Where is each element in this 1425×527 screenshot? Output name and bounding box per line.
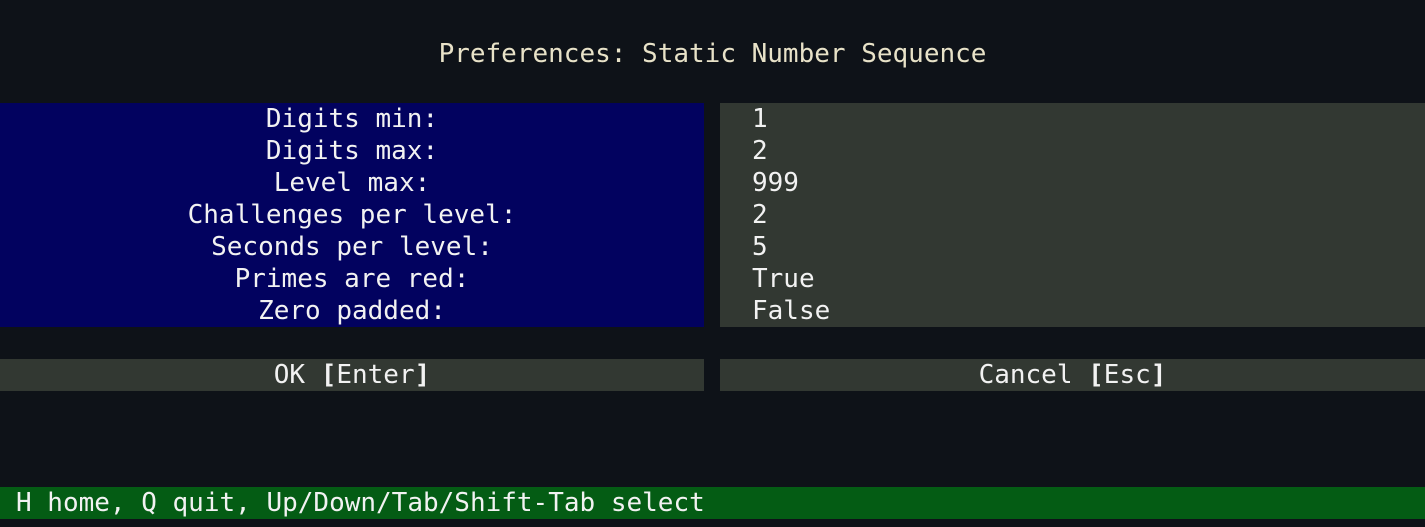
cancel-key-close-bracket: ] (1150, 360, 1167, 390)
label-row-seconds-per-level: Seconds per level: (0, 231, 704, 263)
value-row-seconds-per-level[interactable]: 5 (720, 231, 1425, 263)
cancel-button[interactable]: Cancel [Esc] (720, 359, 1425, 391)
digits-max-field[interactable]: 2 (752, 135, 768, 167)
ok-button[interactable]: OK [Enter] (0, 359, 704, 391)
value-row-digits-max[interactable]: 2 (720, 135, 1425, 167)
label-row-level-max: Level max: (0, 167, 704, 199)
cancel-key-hint: Esc (1103, 360, 1151, 390)
level-max-field[interactable]: 999 (752, 167, 799, 199)
setting-label-primes-are-red: Primes are red: (234, 264, 470, 294)
setting-label-level-max: Level max: (273, 168, 431, 198)
value-row-primes-are-red[interactable]: True (720, 263, 1425, 295)
label-row-primes-are-red: Primes are red: (0, 263, 704, 295)
ok-key-open-bracket: [ (320, 360, 337, 390)
digits-min-field[interactable]: 1 (752, 103, 768, 135)
primes-are-red-toggle[interactable]: True (752, 263, 815, 295)
value-row-level-max[interactable]: 999 (720, 167, 1425, 199)
status-bar-help-text: H home, Q quit, Up/Down/Tab/Shift-Tab se… (16, 488, 705, 518)
setting-label-challenges-per-level: Challenges per level: (187, 200, 517, 230)
label-row-zero-padded: Zero padded: (0, 295, 704, 327)
ok-key-hint: Enter (336, 360, 415, 390)
ok-button-label: OK (273, 360, 306, 390)
label-row-digits-max: Digits max: (0, 135, 704, 167)
value-row-challenges-per-level[interactable]: 2 (720, 199, 1425, 231)
setting-label-seconds-per-level: Seconds per level: (211, 232, 493, 262)
setting-label-zero-padded: Zero padded: (258, 296, 446, 326)
setting-label-digits-max: Digits max: (265, 136, 439, 166)
ok-key-close-bracket: ] (414, 360, 431, 390)
zero-padded-toggle[interactable]: False (752, 295, 830, 327)
setting-label-digits-min: Digits min: (265, 104, 439, 134)
cancel-button-label: Cancel (978, 360, 1073, 390)
status-bar: H home, Q quit, Up/Down/Tab/Shift-Tab se… (0, 487, 1425, 519)
preferences-screen: Preferences: Static Number Sequence Digi… (0, 0, 1425, 527)
value-row-digits-min[interactable]: 1 (720, 103, 1425, 135)
value-row-zero-padded[interactable]: False (720, 295, 1425, 327)
cancel-key-open-bracket: [ (1088, 360, 1104, 390)
label-row-digits-min: Digits min: (0, 103, 704, 135)
settings-labels-panel: Digits min: Digits max: Level max: Chall… (0, 103, 704, 327)
page-title: Preferences: Static Number Sequence (438, 39, 987, 69)
label-row-challenges-per-level: Challenges per level: (0, 199, 704, 231)
seconds-per-level-field[interactable]: 5 (752, 231, 768, 263)
settings-values-panel: 1 2 999 2 5 True False (720, 103, 1425, 327)
challenges-per-level-field[interactable]: 2 (752, 199, 768, 231)
